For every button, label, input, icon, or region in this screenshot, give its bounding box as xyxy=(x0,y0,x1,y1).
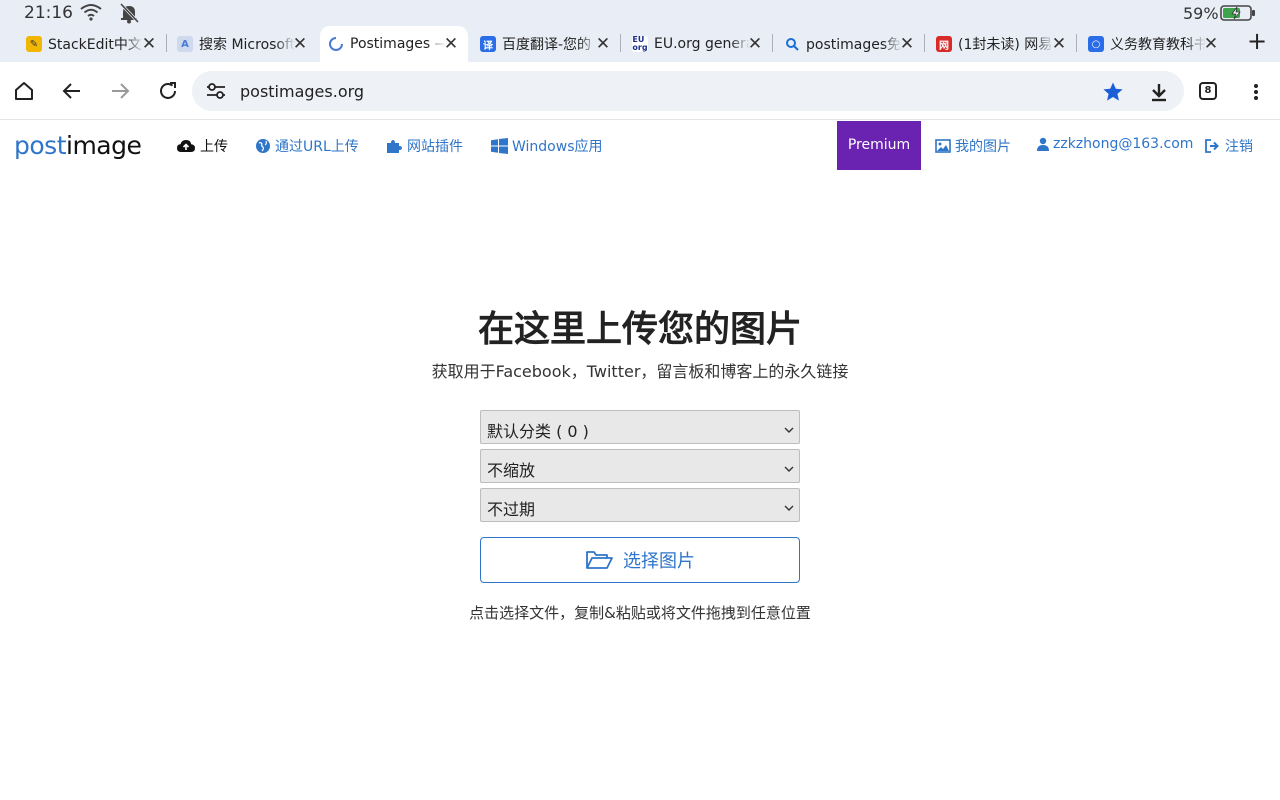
status-bar: 21:16 59% xyxy=(0,0,1280,26)
expiration-select[interactable]: 不过期 xyxy=(480,488,800,522)
more-menu-icon[interactable] xyxy=(1246,80,1266,104)
download-icon[interactable] xyxy=(1148,81,1170,107)
new-tab-button[interactable]: + xyxy=(1244,29,1270,55)
postimage-logo[interactable]: postimage xyxy=(14,131,142,160)
tab-title: (1封未读) 网易 xyxy=(958,37,1053,53)
resize-select-value: 不缩放 xyxy=(487,461,536,480)
expiration-select-value: 不过期 xyxy=(487,500,536,519)
nav-upload-label: 上传 xyxy=(200,139,228,155)
euorg-favicon: EU org xyxy=(632,35,648,52)
netease-mail-favicon: 网 xyxy=(936,36,952,52)
bookmark-star-icon[interactable] xyxy=(1102,81,1124,107)
battery-percent: 59% xyxy=(1183,4,1219,23)
category-select[interactable]: 默认分类 ( 0 ) xyxy=(480,410,800,444)
tab-stackedit[interactable]: ✎ StackEdit中文 ✕ xyxy=(18,26,166,62)
tab-title: Postimages — xyxy=(350,36,446,52)
tab-switcher-button[interactable]: 8 xyxy=(1199,82,1217,100)
status-time: 21:16 xyxy=(24,3,73,23)
address-bar[interactable]: postimages.org xyxy=(192,71,1184,111)
loading-spinner-icon xyxy=(328,36,344,52)
reload-icon[interactable] xyxy=(156,79,180,103)
close-tab-icon[interactable]: ✕ xyxy=(746,35,764,53)
cloud-upload-icon xyxy=(177,140,195,152)
close-tab-icon[interactable]: ✕ xyxy=(594,35,612,53)
globe-icon xyxy=(256,139,270,153)
tab-title: 百度翻译-您的 xyxy=(502,37,592,53)
back-icon[interactable] xyxy=(60,79,84,103)
page-title: 在这里上传您的图片 xyxy=(477,309,802,350)
windows-icon xyxy=(491,138,508,154)
nav-plugins[interactable]: 网站插件 xyxy=(386,136,463,156)
nav-user-label: zzkzhong@163.com xyxy=(1053,136,1194,152)
close-tab-icon[interactable]: ✕ xyxy=(140,35,158,53)
nav-windows-label: Windows应用 xyxy=(512,139,603,155)
category-select-value: 默认分类 ( 0 ) xyxy=(487,422,589,441)
tab-title: StackEdit中文 xyxy=(48,37,142,53)
stackedit-favicon: ✎ xyxy=(26,36,42,52)
nav-user[interactable]: zzkzhong@163.com xyxy=(1037,136,1193,152)
chevron-down-icon xyxy=(783,499,795,518)
tab-postimages-search[interactable]: postimages免 ✕ xyxy=(776,26,924,62)
nav-logout-label: 注销 xyxy=(1225,139,1253,155)
choose-images-label: 选择图片 xyxy=(623,551,695,572)
chevron-down-icon xyxy=(783,460,795,479)
nav-my-images-label: 我的图片 xyxy=(955,139,1011,155)
tab-strip: ✎ StackEdit中文 ✕ A 搜索 Microsoft ✕ Postima… xyxy=(0,26,1280,62)
puzzle-icon xyxy=(387,140,402,153)
tab-textbook[interactable]: ○ 义务教育教科书 ✕ xyxy=(1080,26,1228,62)
nav-windows-app[interactable]: Windows应用 xyxy=(491,136,603,156)
tab-baidu-translate[interactable]: 译 百度翻译-您的 ✕ xyxy=(472,26,620,62)
logout-icon xyxy=(1205,139,1219,153)
home-icon[interactable] xyxy=(12,79,36,103)
tab-netease-mail[interactable]: 网 (1封未读) 网易 ✕ xyxy=(928,26,1076,62)
wifi-icon xyxy=(80,3,102,25)
translate-favicon: A xyxy=(177,36,193,52)
nav-plugins-label: 网站插件 xyxy=(407,139,463,155)
chevron-down-icon xyxy=(783,421,795,440)
forward-icon[interactable] xyxy=(108,79,132,103)
tab-postimages[interactable]: Postimages — ✕ xyxy=(320,26,468,62)
baidu-translate-favicon: 译 xyxy=(480,36,496,52)
tab-title: 搜索 Microsoft xyxy=(199,37,295,53)
tab-divider xyxy=(924,34,925,52)
nav-logout[interactable]: 注销 xyxy=(1205,136,1253,156)
close-tab-icon[interactable]: ✕ xyxy=(1202,35,1220,53)
tab-microsoft-search[interactable]: A 搜索 Microsoft ✕ xyxy=(169,26,317,62)
battery-charging-icon xyxy=(1220,4,1256,26)
site-nav: postimage 上传 通过URL上传 网站插件 Windows应用 Prem… xyxy=(0,121,1280,170)
tab-title: EU.org genera xyxy=(654,36,750,52)
url-text[interactable]: postimages.org xyxy=(240,82,364,101)
close-tab-icon[interactable]: ✕ xyxy=(898,35,916,53)
search-icon xyxy=(784,36,800,52)
tab-euorg[interactable]: EU org EU.org genera ✕ xyxy=(624,26,772,62)
user-icon xyxy=(1037,137,1049,151)
close-tab-icon[interactable]: ✕ xyxy=(291,35,309,53)
resize-select[interactable]: 不缩放 xyxy=(480,449,800,483)
browser-toolbar: postimages.org xyxy=(0,62,1280,120)
upload-hint: 点击选择文件，复制&粘贴或将文件拖拽到任意位置 xyxy=(469,604,811,622)
tab-divider xyxy=(620,34,621,52)
close-tab-icon[interactable]: ✕ xyxy=(442,35,460,53)
premium-button[interactable]: Premium xyxy=(837,121,921,170)
choose-images-button[interactable]: 选择图片 xyxy=(480,537,800,583)
page-subtitle: 获取用于Facebook，Twitter，留言板和博客上的永久链接 xyxy=(431,362,849,381)
nav-upload[interactable]: 上传 xyxy=(176,136,228,156)
close-tab-icon[interactable]: ✕ xyxy=(1050,35,1068,53)
site-settings-icon[interactable] xyxy=(206,82,226,104)
tab-divider xyxy=(772,34,773,52)
textbook-favicon: ○ xyxy=(1088,36,1104,52)
nav-my-images[interactable]: 我的图片 xyxy=(935,136,1011,156)
tab-title: 义务教育教科书 xyxy=(1110,37,1206,53)
tab-divider xyxy=(166,34,167,52)
notifications-off-icon xyxy=(118,2,140,28)
tab-divider xyxy=(1076,34,1077,52)
tab-title: postimages免 xyxy=(806,37,902,53)
nav-url-upload[interactable]: 通过URL上传 xyxy=(255,136,359,156)
folder-open-icon xyxy=(586,551,613,569)
nav-url-upload-label: 通过URL上传 xyxy=(275,139,359,155)
image-icon xyxy=(935,139,951,153)
